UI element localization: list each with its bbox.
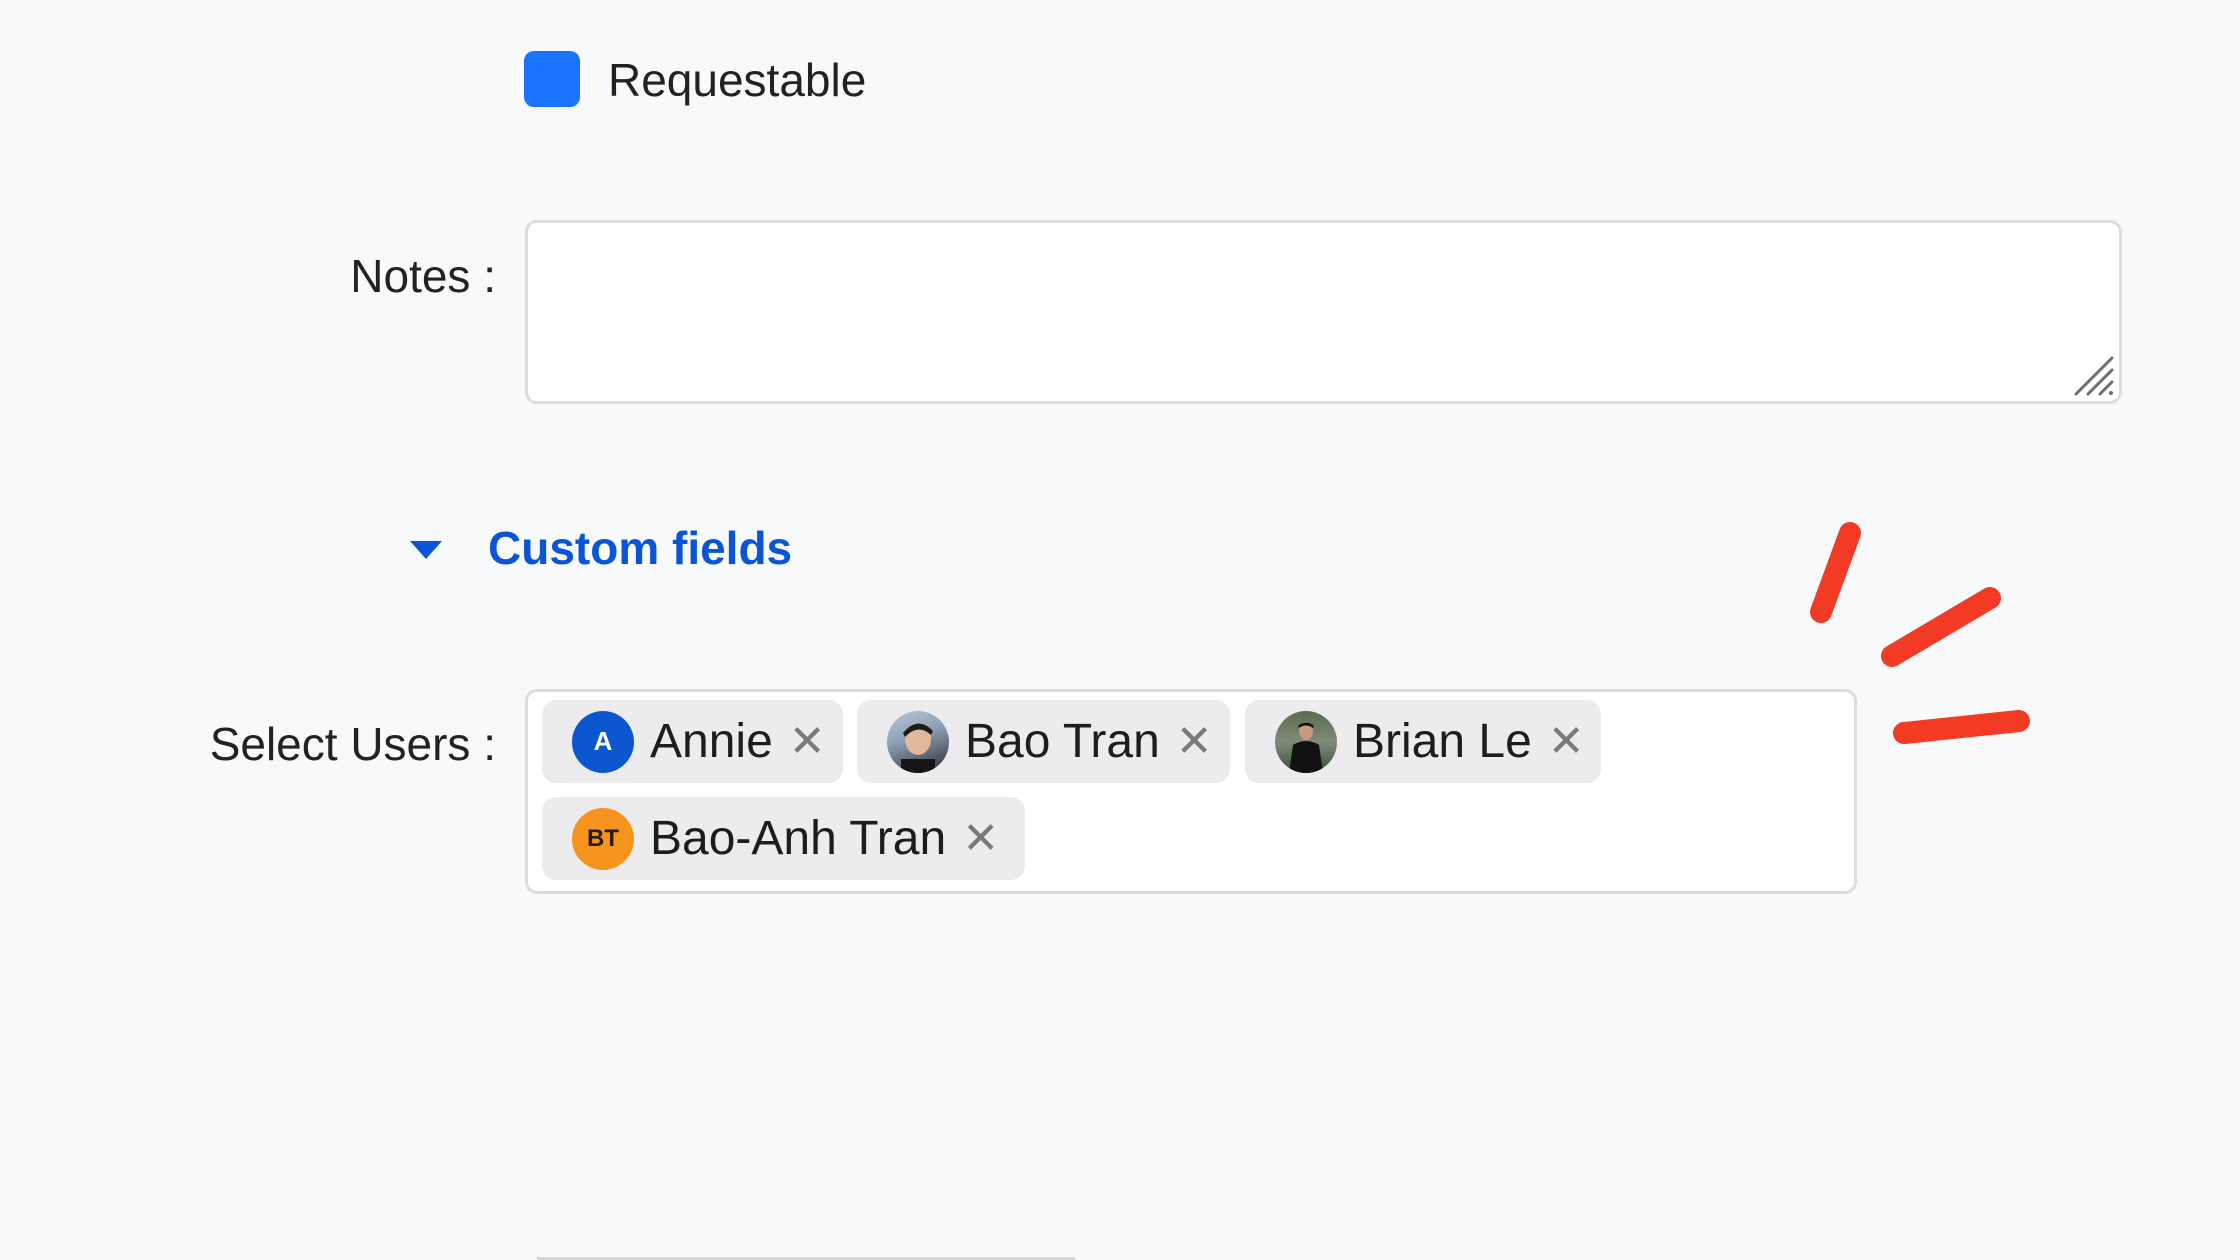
custom-fields-label: Custom fields xyxy=(488,522,793,574)
annotation-stroke xyxy=(1810,522,1861,623)
close-icon[interactable]: ✕ xyxy=(1176,719,1213,764)
user-chip-brian-le: Brian Le ✕ xyxy=(1245,700,1601,783)
close-icon[interactable]: ✕ xyxy=(962,816,999,861)
chip-name: Bao-Anh Tran xyxy=(650,812,947,865)
notes-textarea[interactable] xyxy=(525,220,2122,404)
chip-name: Annie xyxy=(650,715,773,768)
chip-name: Bao Tran xyxy=(965,715,1160,768)
emphasis-annotation xyxy=(1810,522,2030,744)
avatar xyxy=(1275,710,1337,773)
caret-down-icon xyxy=(410,541,442,559)
user-chip-annie: A Annie ✕ xyxy=(542,700,843,783)
select-users-label: Select Users : xyxy=(209,718,496,770)
close-icon[interactable]: ✕ xyxy=(789,719,826,764)
avatar: A xyxy=(572,710,634,773)
resize-handle-icon[interactable] xyxy=(2072,354,2116,398)
user-chip-bao-tran: Bao Tran ✕ xyxy=(857,700,1230,783)
close-icon[interactable]: ✕ xyxy=(1548,719,1585,764)
custom-fields-toggle[interactable]: Custom fields xyxy=(410,522,793,574)
notes-label: Notes : xyxy=(350,250,496,302)
annotation-stroke xyxy=(1881,587,2001,667)
chip-name: Brian Le xyxy=(1353,715,1532,768)
select-users-input[interactable]: A Annie ✕ Bao Tran ✕ Brian Le ✕ BT Bao-A… xyxy=(525,689,1857,894)
annotation-stroke xyxy=(1893,710,2030,744)
requestable-checkbox[interactable] xyxy=(524,51,580,107)
requestable-label: Requestable xyxy=(608,54,867,106)
user-chip-bao-anh-tran: BT Bao-Anh Tran ✕ xyxy=(542,797,1025,880)
avatar xyxy=(887,710,949,773)
avatar: BT xyxy=(572,807,634,870)
